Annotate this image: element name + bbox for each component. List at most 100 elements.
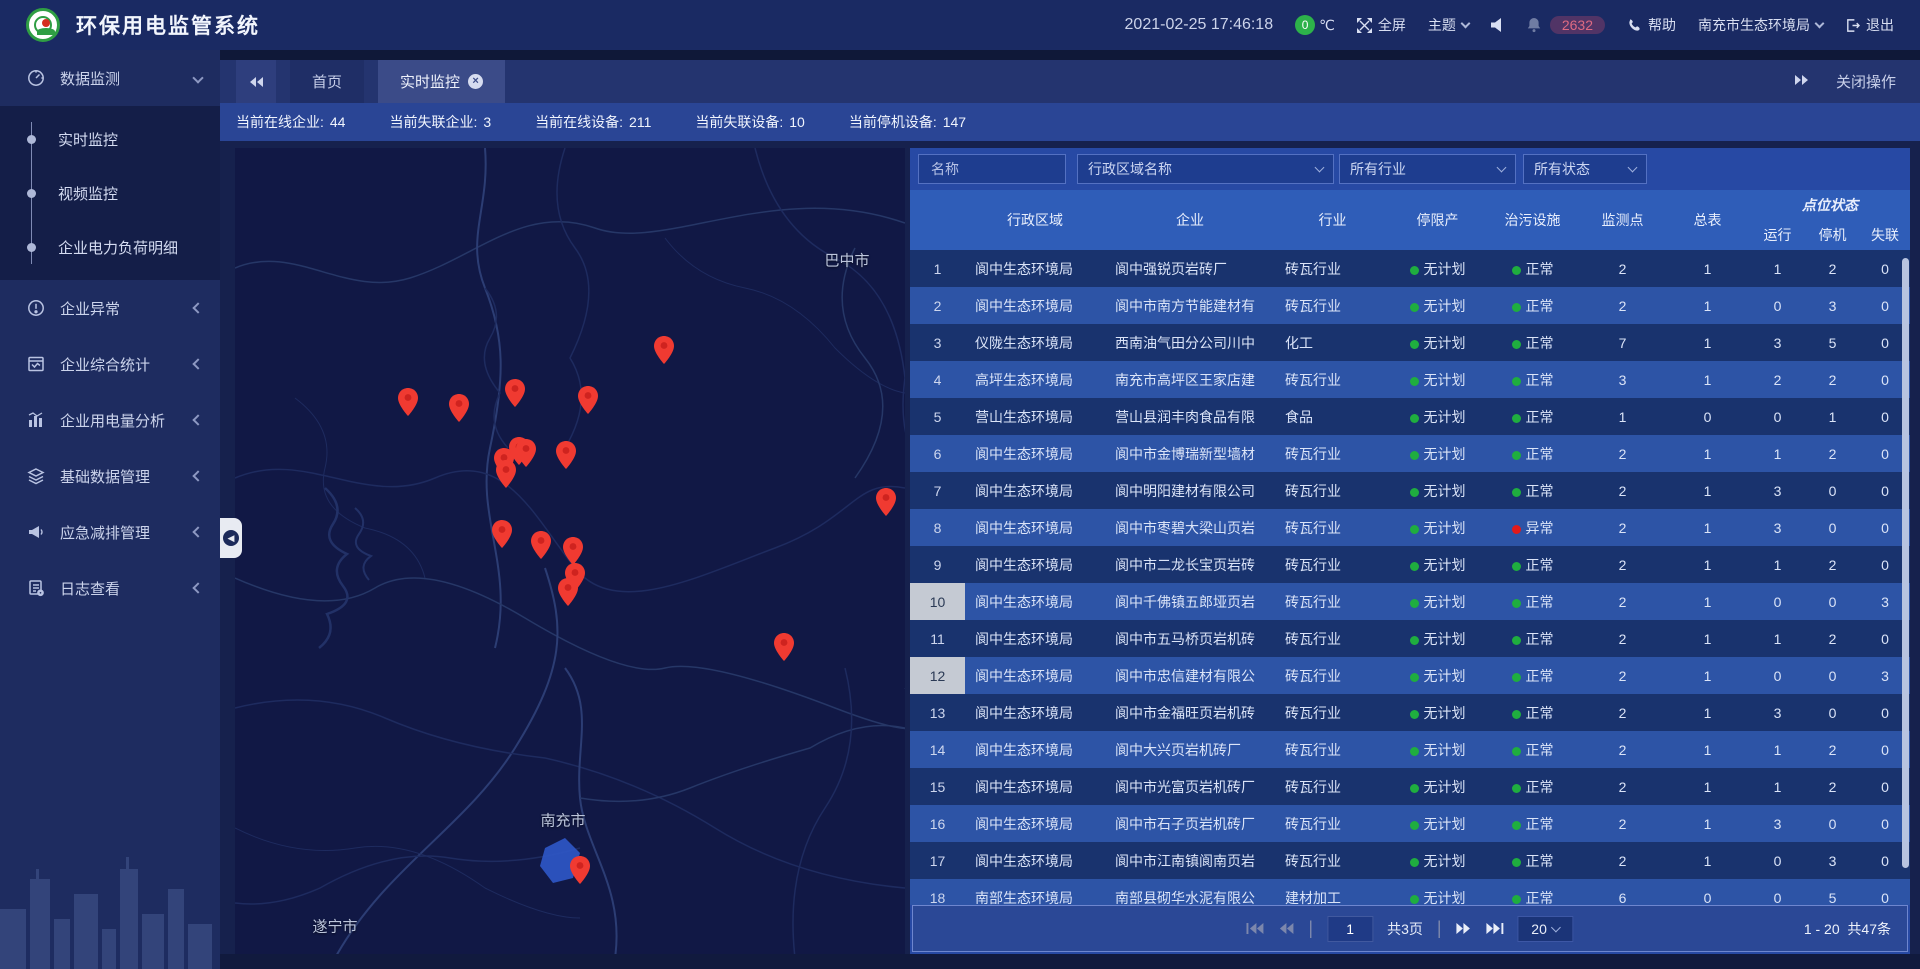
map-pin[interactable] [556, 441, 577, 474]
app-logo [26, 8, 60, 42]
tab-实时监控[interactable]: 实时监控× [378, 60, 505, 103]
table-row[interactable]: 7阆中生态环境局阆中明阳建材有限公司砖瓦行业无计划正常21300 [910, 472, 1910, 509]
table-row[interactable]: 16阆中生态环境局阆中市石子页岩机砖厂砖瓦行业无计划正常21300 [910, 805, 1910, 842]
first-page-button[interactable] [1246, 922, 1264, 935]
tabs-scroll-right-button[interactable] [1794, 73, 1810, 90]
sidebar-item-企业异常[interactable]: 企业异常 [0, 280, 220, 336]
table-row[interactable]: 2阆中生态环境局阆中市南方节能建材有砖瓦行业无计划正常21030 [910, 287, 1910, 324]
table-row[interactable]: 10阆中生态环境局阆中千佛镇五郎垭页岩砖瓦行业无计划正常21003 [910, 583, 1910, 620]
cell-industry: 食品 [1275, 398, 1390, 435]
org-label: 南充市生态环境局 [1698, 15, 1810, 35]
name-search-input-wrap [918, 154, 1066, 184]
map-pin[interactable] [578, 386, 599, 419]
cell-stop-count: 5 [1805, 324, 1860, 361]
sidebar-subitem-企业电力负荷明细[interactable]: 企业电力负荷明细 [0, 220, 220, 274]
table-row[interactable]: 5营山生态环境局营山县润丰肉食品有限食品无计划正常10010 [910, 398, 1910, 435]
tab-close-icon[interactable]: × [468, 74, 483, 89]
cell-region: 阆中生态环境局 [965, 731, 1105, 768]
sidebar-subitem-视频监控[interactable]: 视频监控 [0, 166, 220, 220]
cell-monitor-points: 2 [1580, 546, 1665, 583]
cell-company: 阆中强锐页岩砖厂 [1105, 250, 1275, 287]
cell-monitor-points: 2 [1580, 620, 1665, 657]
cell-run-count: 0 [1750, 398, 1805, 435]
status-dot-green [1512, 858, 1521, 867]
table-row[interactable]: 14阆中生态环境局阆中大兴页岩机砖厂砖瓦行业无计划正常21120 [910, 731, 1910, 768]
map-pin[interactable] [531, 531, 552, 564]
help-button[interactable]: 帮助 [1627, 15, 1676, 35]
sidebar-item-企业用电量分析[interactable]: 企业用电量分析 [0, 392, 220, 448]
map-pin[interactable] [492, 520, 513, 553]
map-pin[interactable] [654, 336, 675, 369]
speaker-icon [1491, 18, 1504, 32]
table-row[interactable]: 13阆中生态环境局阆中市金福旺页岩机砖砖瓦行业无计划正常21300 [910, 694, 1910, 731]
table-row[interactable]: 9阆中生态环境局阆中市二龙长宝页岩砖砖瓦行业无计划正常21120 [910, 546, 1910, 583]
prev-page-button[interactable] [1278, 922, 1294, 935]
cell-region: 阆中生态环境局 [965, 768, 1105, 805]
cell-industry: 砖瓦行业 [1275, 694, 1390, 731]
table-row[interactable]: 11阆中生态环境局阆中市五马桥页岩机砖砖瓦行业无计划正常21120 [910, 620, 1910, 657]
chevron-left-icon [192, 582, 203, 593]
map-panel[interactable]: 巴中市南充市遂宁市 [235, 148, 905, 954]
map-pin[interactable] [496, 460, 517, 493]
sidebar-collapse-handle[interactable]: ◀ [220, 518, 242, 558]
close-operations-button[interactable]: 关闭操作 [1836, 71, 1896, 92]
col-header-facility: 治污设施 [1485, 190, 1580, 250]
stat-value: 211 [629, 114, 651, 130]
theme-button[interactable]: 主题 [1428, 15, 1469, 35]
table-row[interactable]: 8阆中生态环境局阆中市枣碧大梁山页岩砖瓦行业无计划异常21300 [910, 509, 1910, 546]
industry-select[interactable]: 所有行业 [1339, 154, 1516, 184]
map-pin[interactable] [398, 388, 419, 421]
stats-icon [26, 355, 46, 373]
cell-total-meter: 1 [1665, 287, 1750, 324]
status-dot-green [1410, 673, 1419, 682]
status-dot-green [1512, 414, 1521, 423]
notification-count-badge[interactable]: 2632 [1550, 16, 1605, 34]
map-pin[interactable] [449, 394, 470, 427]
status-select[interactable]: 所有状态 [1523, 154, 1647, 184]
map-pin[interactable] [774, 633, 795, 666]
cell-run-count: 3 [1750, 472, 1805, 509]
table-row[interactable]: 4高坪生态环境局南充市高坪区王家店建砖瓦行业无计划正常31220 [910, 361, 1910, 398]
notification-bell[interactable] [1526, 17, 1542, 33]
industry-select-value: 所有行业 [1350, 159, 1406, 179]
table-row[interactable]: 17阆中生态环境局阆中市江南镇阆南页岩砖瓦行业无计划正常21030 [910, 842, 1910, 879]
cell-run-count: 1 [1750, 250, 1805, 287]
sidebar-item-企业综合统计[interactable]: 企业综合统计 [0, 336, 220, 392]
page-number-input[interactable]: 1 [1327, 916, 1373, 942]
tab-首页[interactable]: 首页 [290, 60, 364, 103]
cell-facility-status: 正常 [1485, 879, 1580, 905]
map-pin[interactable] [505, 379, 526, 412]
sidebar-item-日志查看[interactable]: 日志查看 [0, 560, 220, 616]
logout-button[interactable]: 退出 [1845, 15, 1894, 35]
fullscreen-button[interactable]: 全屏 [1357, 15, 1406, 35]
org-menu[interactable]: 南充市生态环境局 [1698, 15, 1823, 35]
table-row[interactable]: 6阆中生态环境局阆中市金博瑞新型墙材砖瓦行业无计划正常21120 [910, 435, 1910, 472]
table-row[interactable]: 1阆中生态环境局阆中强锐页岩砖厂砖瓦行业无计划正常21120 [910, 250, 1910, 287]
map-pin[interactable] [570, 856, 591, 889]
status-dot-green [1512, 636, 1521, 645]
sidebar-item-基础数据管理[interactable]: 基础数据管理 [0, 448, 220, 504]
map-pin[interactable] [876, 488, 897, 521]
row-number: 8 [910, 509, 965, 546]
chevron-down-icon [1551, 922, 1561, 932]
table-row[interactable]: 15阆中生态环境局阆中市光富页岩机砖厂砖瓦行业无计划正常21120 [910, 768, 1910, 805]
last-page-button[interactable] [1486, 922, 1504, 935]
tabs-scroll-left-button[interactable] [236, 60, 276, 103]
cell-run-count: 0 [1750, 287, 1805, 324]
table-row[interactable]: 18南部生态环境局南部县砌华水泥有限公建材加工无计划正常60050 [910, 879, 1910, 905]
scrollbar-thumb[interactable] [1902, 258, 1909, 868]
sidebar-item-应急减排管理[interactable]: 应急减排管理 [0, 504, 220, 560]
table-row[interactable]: 12阆中生态环境局阆中市忠信建材有限公砖瓦行业无计划正常21003 [910, 657, 1910, 694]
sidebar-item-数据监测[interactable]: 数据监测 [0, 50, 220, 106]
map-pin[interactable] [558, 578, 579, 611]
mute-button[interactable] [1491, 18, 1504, 32]
cell-run-count: 0 [1750, 583, 1805, 620]
page-size-select[interactable]: 20 [1518, 916, 1574, 942]
map-pin[interactable] [516, 439, 537, 472]
cell-facility-status: 正常 [1485, 287, 1580, 324]
sidebar-subitem-实时监控[interactable]: 实时监控 [0, 112, 220, 166]
region-select[interactable]: 行政区域名称 [1077, 154, 1334, 184]
next-page-button[interactable] [1456, 922, 1472, 935]
name-search-input[interactable] [929, 160, 1055, 178]
table-row[interactable]: 3仪陇生态环境局西南油气田分公司川中化工无计划正常71350 [910, 324, 1910, 361]
